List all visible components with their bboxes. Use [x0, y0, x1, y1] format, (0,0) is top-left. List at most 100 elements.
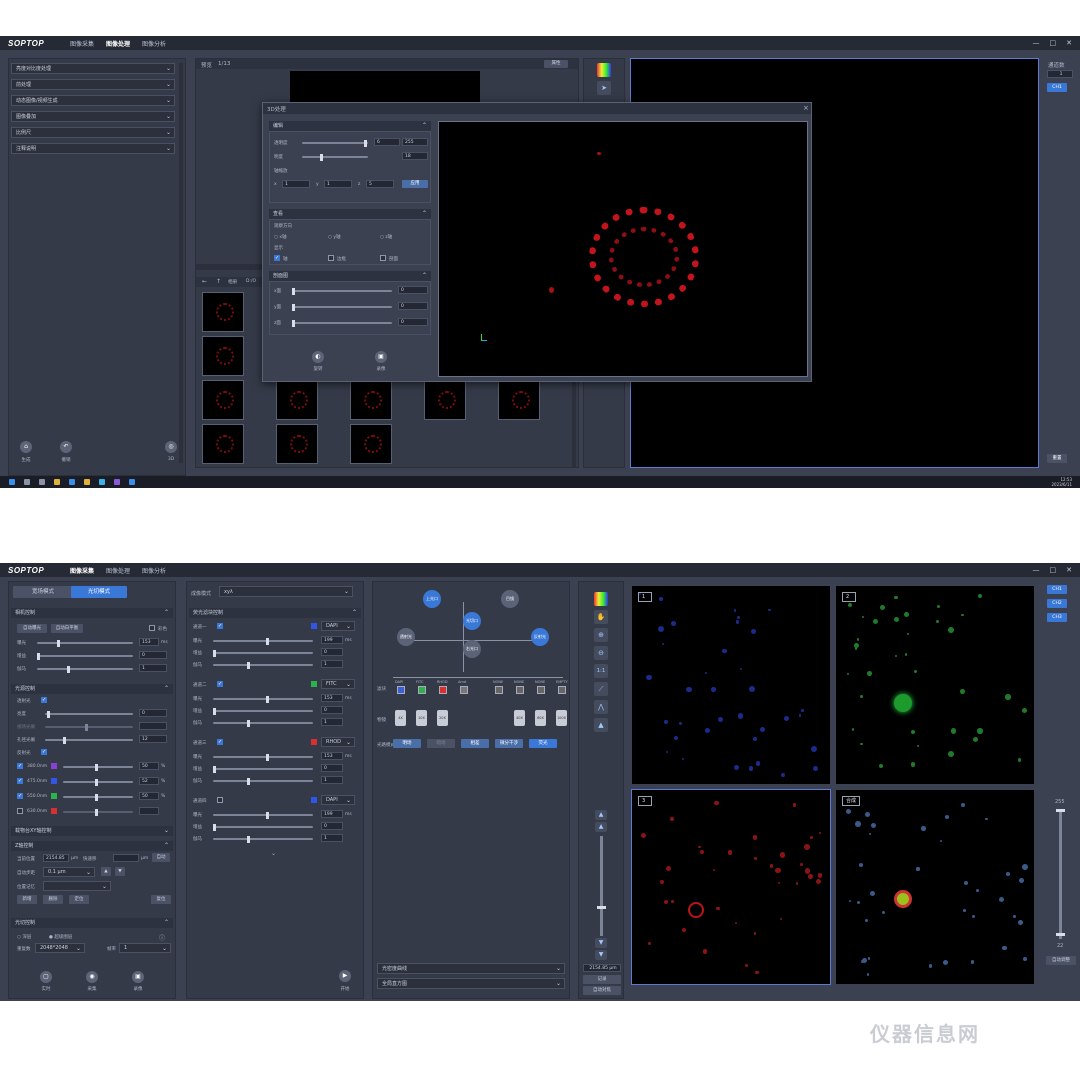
brightness-slider[interactable] — [45, 710, 133, 718]
optical-density-curve-dropdown[interactable]: 光密度曲线 ⌄ — [377, 963, 565, 974]
imaging-mode-dropdown[interactable]: xyλ ⌄ — [219, 586, 353, 597]
display-range-slider[interactable] — [1056, 809, 1065, 939]
maximize-icon[interactable]: □ — [1050, 39, 1057, 47]
channel-count-stepper[interactable]: 1 — [1047, 70, 1073, 78]
record-icon[interactable]: ▣ — [375, 351, 387, 363]
channel-gamma-slider[interactable] — [213, 661, 313, 669]
objective-lens-icon[interactable]: 100X — [556, 710, 567, 726]
channel-checkbox[interactable]: ✓ — [217, 623, 223, 629]
channel-gamma-slider[interactable] — [213, 719, 313, 727]
filter-dropdown[interactable]: RHOD ⌄ — [321, 737, 355, 747]
slider-thumb[interactable] — [266, 695, 269, 703]
thumbnail[interactable] — [276, 380, 318, 420]
record-position-button[interactable]: 记录 — [583, 975, 621, 984]
channel-checkbox[interactable] — [217, 797, 223, 803]
right-port-node[interactable]: 右光口 — [463, 640, 481, 658]
slider-thumb[interactable] — [266, 637, 269, 645]
thumbnail[interactable] — [498, 380, 540, 420]
wavelength-slider[interactable] — [63, 778, 133, 786]
light-sheet-control-header[interactable]: 光切控制 ⌃ — [11, 918, 173, 928]
diaphragm-value[interactable] — [139, 722, 167, 730]
slider-thumb[interactable] — [213, 707, 216, 715]
slider-thumb[interactable] — [247, 661, 250, 669]
channel-exp-slider[interactable] — [213, 811, 313, 819]
search-icon[interactable] — [24, 479, 30, 485]
auto-button[interactable]: 自动 — [152, 853, 170, 862]
light-sheet-port-node[interactable]: 光切口 — [463, 612, 481, 630]
top-arrow-icon[interactable]: ▲ — [595, 810, 607, 820]
channel-gain-slider[interactable] — [213, 707, 313, 715]
x-axis-radio[interactable]: ○ x轴 — [274, 234, 287, 240]
ruler-icon[interactable]: ⟋ — [594, 682, 608, 696]
slider-thumb[interactable] — [266, 811, 269, 819]
exposure-value[interactable]: 153 — [139, 638, 159, 646]
channel-gain-value[interactable]: 0 — [321, 706, 343, 714]
channel-2-view[interactable]: 2 — [835, 585, 1035, 785]
camera-icon[interactable]: ◉ — [86, 971, 98, 983]
collapse-icon[interactable]: ⌄ — [271, 850, 276, 857]
wavelength-checkbox[interactable]: ✓ — [17, 778, 23, 784]
filter-cube-icon[interactable] — [460, 686, 468, 694]
close-icon[interactable]: × — [803, 104, 809, 112]
section-plane-header[interactable]: 剖面图 ⌃ — [269, 271, 431, 281]
z-axis-radio[interactable]: ○ z轴 — [380, 234, 392, 240]
objective-lens-icon[interactable]: 10X — [416, 710, 427, 726]
wavelength-checkbox[interactable]: ✓ — [17, 763, 23, 769]
slider-thumb[interactable] — [95, 778, 98, 786]
z-axis-header[interactable]: Z轴控制 ⌃ — [11, 841, 173, 851]
x-plane-slider[interactable] — [292, 287, 392, 295]
filter-dropdown[interactable]: DAPI ⌄ — [321, 621, 355, 631]
transparency-slider[interactable] — [302, 139, 368, 147]
line-profile-icon[interactable]: ⋀ — [594, 700, 608, 714]
axis-checkbox[interactable]: ✓ — [274, 255, 280, 261]
menu-scale-bar[interactable]: 比例尺 ⌄ — [11, 127, 175, 138]
minimize-icon[interactable]: — — [1033, 39, 1040, 47]
3d-render-view[interactable] — [438, 121, 808, 377]
objective-lens-icon[interactable]: 20X — [437, 710, 448, 726]
global-histogram-dropdown[interactable]: 全局直方图 ⌄ — [377, 978, 565, 989]
transparency-value[interactable]: 6 — [374, 138, 400, 146]
menu-image-overlay[interactable]: 图像叠加 ⌄ — [11, 111, 175, 122]
menu-annotation[interactable]: 注释说明 ⌄ — [11, 143, 175, 154]
slider-thumb[interactable] — [213, 823, 216, 831]
slider-thumb[interactable] — [266, 753, 269, 761]
color-map-icon[interactable] — [597, 63, 611, 77]
auto-contrast-button[interactable]: 自动调整 — [1046, 956, 1076, 965]
transmitted-light-node[interactable]: 透射光 — [397, 628, 415, 646]
gamma-slider[interactable] — [37, 665, 133, 673]
channel-gamma-value[interactable]: 1 — [321, 834, 343, 842]
wide-field-mode-button[interactable]: 宽场模式 — [13, 586, 73, 598]
rotate-icon[interactable]: ◐ — [312, 351, 324, 363]
objective-lens-icon[interactable]: 60X — [535, 710, 546, 726]
vs-icon[interactable] — [114, 479, 120, 485]
z-plane-slider[interactable] — [292, 319, 392, 327]
tab-image-capture[interactable]: 图像采集 — [66, 566, 98, 575]
wavelength-value[interactable] — [139, 807, 159, 815]
wavelength-checkbox[interactable] — [17, 808, 23, 814]
ch3-button[interactable]: CH3 — [1047, 613, 1067, 622]
stage-xy-header[interactable]: 载物台XY轴控制 ⌄ — [11, 826, 173, 836]
one-to-one-button[interactable]: 1:1 — [594, 664, 608, 678]
composite-view[interactable]: 合成 — [835, 789, 1035, 985]
gain-slider[interactable] — [37, 652, 133, 660]
color-checkbox[interactable] — [149, 625, 155, 631]
brightness-slider[interactable] — [302, 153, 368, 161]
folder-icon[interactable] — [54, 479, 60, 485]
auto-white-balance-button[interactable]: 自动白平衡 — [51, 624, 83, 633]
realtime-icon[interactable]: ▢ — [40, 971, 52, 983]
edge-icon[interactable] — [99, 479, 105, 485]
light-path-mode-button[interactable]: 明场 — [393, 739, 421, 748]
locate-button[interactable]: 定位 — [69, 895, 89, 904]
hand-icon[interactable]: ✋ — [594, 610, 608, 624]
filter-dropdown[interactable]: DAPI ⌄ — [321, 795, 355, 805]
windows-start-icon[interactable] — [9, 479, 15, 485]
y-plane-slider[interactable] — [292, 303, 392, 311]
filter-cube-icon[interactable] — [439, 686, 447, 694]
light-path-mode-button[interactable]: 微分干涉 — [495, 739, 523, 748]
filter-cube-icon[interactable] — [495, 686, 503, 694]
light-path-mode-button[interactable]: 相差 — [461, 739, 489, 748]
back-arrow-icon[interactable]: ← — [202, 278, 207, 285]
channel-gamma-slider[interactable] — [213, 777, 313, 785]
tab-image-capture[interactable]: 图像采集 — [66, 39, 98, 48]
ch2-button[interactable]: CH2 — [1047, 599, 1067, 608]
